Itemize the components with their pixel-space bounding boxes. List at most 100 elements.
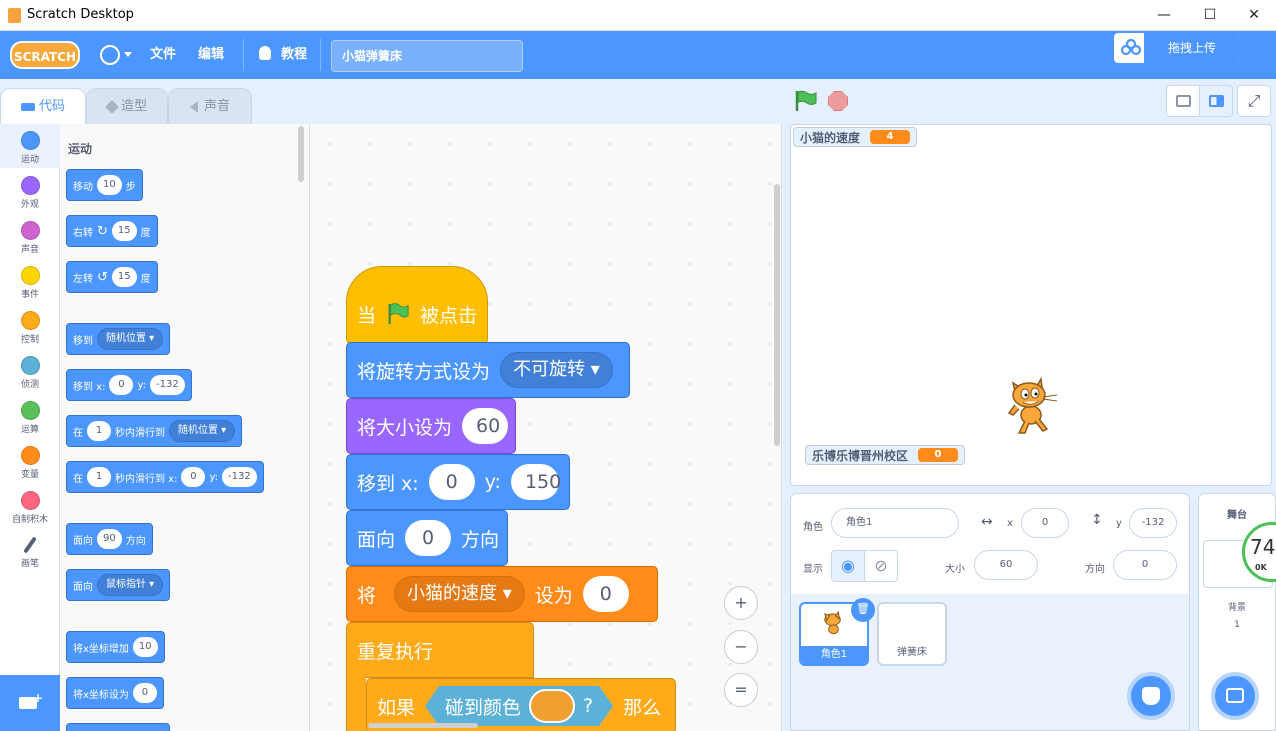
- block-goto[interactable]: 移到 随机位置 ▾: [66, 323, 171, 355]
- zoom-in-button[interactable]: +: [724, 586, 758, 620]
- script-workspace[interactable]: 当 被点击 将旋转方式设为 不可旋转 ▾ 将大小设为 60 移到 x: 0 y:…: [310, 124, 782, 731]
- small-stage-button[interactable]: [1166, 85, 1200, 117]
- stop-button[interactable]: [828, 91, 848, 111]
- menu-file[interactable]: 文件: [150, 31, 176, 79]
- x-input[interactable]: 0: [1021, 508, 1069, 538]
- block-dropdown[interactable]: 鼠标指针 ▾: [97, 574, 164, 596]
- block-goto-xy[interactable]: 移到 x: 0 y: -132: [66, 369, 192, 401]
- zoom-reset-button[interactable]: =: [724, 673, 758, 707]
- category-control[interactable]: 控制: [0, 311, 60, 345]
- block-input[interactable]: 10: [97, 175, 122, 195]
- scratch-logo[interactable]: SCRATCH: [10, 41, 80, 69]
- block-input[interactable]: 0: [428, 464, 475, 500]
- block-goto-xy[interactable]: 移到 x: 0 y: 150: [346, 454, 570, 510]
- block-change-x[interactable]: 将x坐标增加 10: [66, 631, 165, 663]
- fullscreen-button[interactable]: ⤢: [1237, 85, 1271, 117]
- block-input[interactable]: 15: [111, 267, 137, 287]
- block-dropdown[interactable]: 随机位置 ▾: [97, 328, 164, 350]
- block-set-size[interactable]: 将大小设为 60: [346, 398, 516, 454]
- show-hidden-button[interactable]: ⊘: [864, 550, 898, 582]
- palette-scrollbar[interactable]: [298, 126, 304, 182]
- globe-icon[interactable]: [100, 45, 120, 65]
- block-set-variable[interactable]: 将 小猫的速度 ▾ 设为 0: [346, 566, 658, 622]
- block-dropdown[interactable]: 不可旋转 ▾: [500, 352, 613, 388]
- block-input[interactable]: 1: [87, 421, 111, 441]
- lightbulb-icon[interactable]: [259, 46, 271, 60]
- menu-tutorials[interactable]: 教程: [281, 31, 307, 79]
- upload-button[interactable]: 拖拽上传: [1144, 33, 1240, 63]
- stage-canvas[interactable]: 小猫的速度 4 乐博乐博晋州校区 0: [790, 124, 1272, 486]
- size-input[interactable]: 60: [974, 550, 1038, 580]
- category-pen[interactable]: 画笔: [0, 536, 60, 569]
- minimize-button[interactable]: —: [1141, 0, 1187, 31]
- block-glide-xy[interactable]: 在 1 秒内滑行到 x: 0 y: -132: [66, 461, 264, 493]
- block-turn-right[interactable]: 右转 ↻ 15 度: [66, 215, 158, 247]
- add-sprite-button[interactable]: [1127, 672, 1175, 720]
- color-swatch[interactable]: [529, 689, 575, 723]
- y-input[interactable]: -132: [1129, 508, 1177, 538]
- block-partial[interactable]: [66, 723, 170, 731]
- project-title-input[interactable]: 小猫弹簧床: [331, 40, 523, 72]
- block-input[interactable]: 0: [405, 520, 452, 556]
- normal-stage-button[interactable]: [1199, 85, 1233, 117]
- block-input[interactable]: 0: [181, 467, 206, 487]
- block-point-direction[interactable]: 面向 90 方向: [66, 523, 153, 555]
- block-input[interactable]: 0: [109, 375, 134, 395]
- block-forever[interactable]: 重复执行: [346, 622, 534, 678]
- dropdown-value: 鼠标指针: [106, 579, 146, 590]
- category-sound[interactable]: 声音: [0, 221, 60, 255]
- workspace-hscroll[interactable]: [368, 723, 478, 728]
- block-input[interactable]: 15: [111, 221, 137, 241]
- category-operators[interactable]: 运算: [0, 401, 60, 435]
- workspace-scrollbar[interactable]: [774, 184, 780, 446]
- variable-monitor[interactable]: 乐博乐博晋州校区 0: [805, 445, 966, 465]
- block-input[interactable]: 150: [510, 464, 561, 500]
- category-dot: [20, 311, 40, 330]
- category-sensing[interactable]: 侦测: [0, 356, 60, 390]
- category-variables[interactable]: 变量: [0, 446, 60, 480]
- show-visible-button[interactable]: ◉: [831, 550, 865, 582]
- block-point-direction[interactable]: 面向 0 方向: [346, 510, 508, 566]
- block-input[interactable]: 1: [87, 467, 111, 487]
- block-dropdown[interactable]: 小猫的速度 ▾: [394, 576, 525, 612]
- tab-code[interactable]: 代码: [0, 88, 86, 126]
- block-set-x[interactable]: 将x坐标设为 0: [66, 677, 164, 709]
- variable-monitor[interactable]: 小猫的速度 4: [793, 127, 918, 147]
- add-backdrop-button[interactable]: [1211, 672, 1259, 720]
- category-looks[interactable]: 外观: [0, 176, 60, 210]
- cat-sprite[interactable]: [1001, 375, 1063, 437]
- chevron-down-icon[interactable]: [124, 52, 132, 57]
- block-input[interactable]: 60: [462, 408, 509, 444]
- block-input[interactable]: -132: [222, 467, 257, 487]
- close-button[interactable]: ✕: [1231, 0, 1276, 31]
- block-point-towards[interactable]: 面向 鼠标指针 ▾: [66, 569, 171, 601]
- block-set-rotation-style[interactable]: 将旋转方式设为 不可旋转 ▾: [346, 342, 630, 398]
- block-input[interactable]: 90: [97, 529, 122, 549]
- block-when-flag-clicked[interactable]: 当 被点击: [346, 266, 488, 344]
- touching-color-block[interactable]: 碰到颜色 ?: [425, 686, 613, 726]
- menu-edit[interactable]: 编辑: [198, 31, 224, 79]
- block-dropdown[interactable]: 随机位置 ▾: [169, 420, 236, 442]
- category-my-blocks[interactable]: 自制积木: [0, 491, 60, 525]
- block-input[interactable]: 10: [132, 637, 158, 657]
- block-turn-left[interactable]: 左转 ↺ 15 度: [66, 261, 158, 293]
- sprite-thumbnail[interactable]: 弹簧床: [877, 602, 947, 666]
- direction-input[interactable]: 0: [1113, 550, 1177, 580]
- category-dot: [20, 356, 40, 375]
- category-motion[interactable]: 运动: [0, 124, 60, 168]
- sprite-name-input[interactable]: 角色1: [831, 508, 959, 538]
- green-flag-button[interactable]: [794, 90, 818, 112]
- add-extension-button[interactable]: +: [0, 675, 60, 731]
- block-input[interactable]: -132: [150, 375, 185, 395]
- upload-widget: 拖拽上传: [1114, 33, 1240, 63]
- category-events[interactable]: 事件: [0, 266, 60, 300]
- block-input[interactable]: 0: [582, 576, 629, 612]
- block-glide[interactable]: 在 1 秒内滑行到 随机位置 ▾: [66, 415, 243, 447]
- maximize-button[interactable]: ☐: [1187, 0, 1233, 31]
- block-input[interactable]: 0: [132, 683, 157, 703]
- delete-sprite-button[interactable]: 🗑: [851, 598, 875, 622]
- tab-sounds[interactable]: 声音: [168, 88, 252, 126]
- tab-costumes[interactable]: 造型: [86, 88, 168, 126]
- zoom-out-button[interactable]: −: [724, 630, 758, 664]
- block-move-steps[interactable]: 移动 10 步: [66, 169, 143, 201]
